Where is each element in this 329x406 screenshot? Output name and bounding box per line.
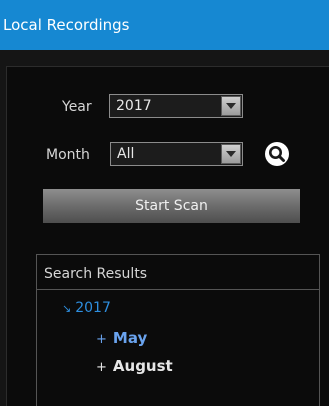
- tree-month-label: May: [112, 329, 148, 347]
- year-select[interactable]: 2017: [109, 94, 243, 118]
- search-icon: [269, 146, 285, 162]
- year-select-value: 2017: [116, 98, 152, 114]
- panel-gap: [0, 50, 329, 66]
- expand-plus-icon[interactable]: +: [96, 360, 107, 375]
- year-label: Year: [62, 99, 92, 115]
- tree-node-year[interactable]: ↘ 2017: [62, 300, 111, 316]
- month-select-value: All: [117, 146, 135, 162]
- expand-plus-icon[interactable]: +: [96, 332, 107, 347]
- month-select[interactable]: All: [110, 142, 243, 166]
- search-button[interactable]: [265, 142, 289, 166]
- month-label: Month: [46, 147, 90, 163]
- tree-node-month[interactable]: + May: [96, 329, 147, 347]
- collapse-arrow-icon[interactable]: ↘: [62, 302, 71, 315]
- start-scan-button[interactable]: Start Scan: [43, 189, 300, 223]
- window-title: Local Recordings: [0, 0, 329, 50]
- tree-year-label: 2017: [75, 300, 111, 316]
- chevron-down-icon[interactable]: [221, 144, 241, 164]
- results-divider: [37, 289, 319, 290]
- search-results-header: Search Results: [44, 266, 148, 282]
- tree-node-month[interactable]: + August: [96, 357, 173, 375]
- tree-month-label: August: [112, 357, 173, 375]
- chevron-down-icon[interactable]: [221, 96, 241, 116]
